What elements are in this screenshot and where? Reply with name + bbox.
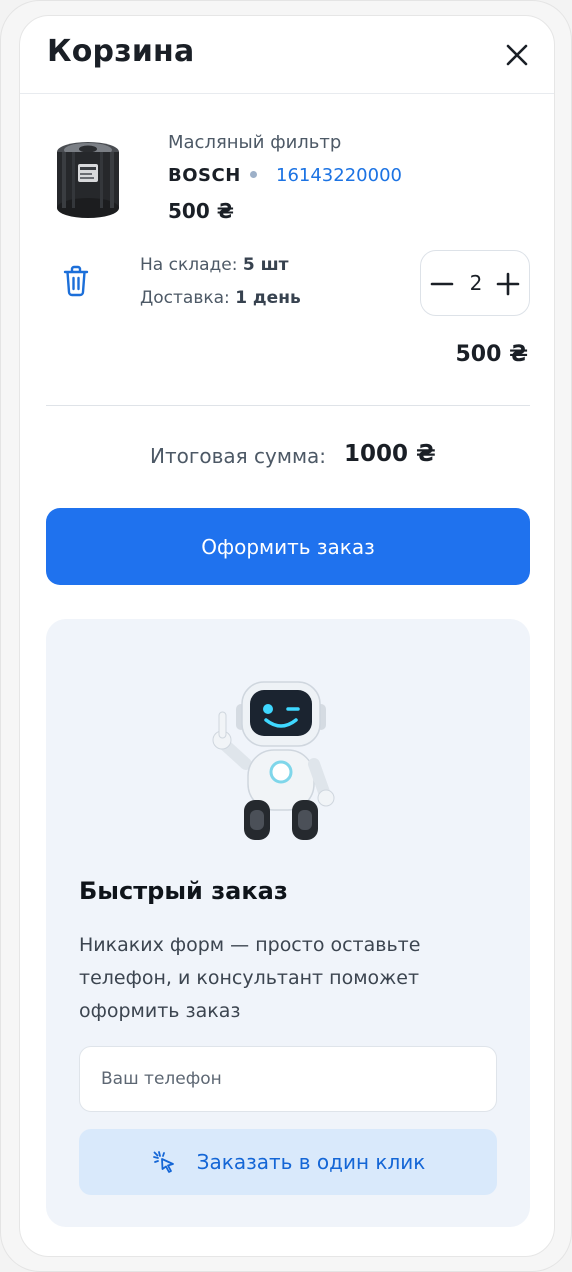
checkout-button[interactable]: Оформить заказ — [46, 508, 530, 585]
product-brand: BOSCH — [168, 165, 241, 186]
close-button[interactable] — [502, 40, 532, 70]
plus-icon — [496, 272, 520, 296]
page-title: Корзина — [47, 34, 195, 69]
product-price: 500 ₴ — [168, 199, 234, 223]
minus-icon — [430, 282, 454, 286]
product-image — [57, 142, 119, 218]
stock-value: 5 шт — [242, 255, 289, 275]
quick-order-description: Никаких форм — просто оставьте телефон, … — [79, 934, 421, 1022]
total-label: Итоговая сумма: — [150, 444, 327, 468]
line-total: 500 ₴ — [455, 342, 529, 367]
stock-info: На складе: 5 шт — [140, 255, 289, 275]
delivery-info: Доставка: 1 день — [140, 288, 301, 308]
quick-order-title: Быстрый заказ — [79, 877, 288, 905]
quick-order-section: Быстрый заказ Никаких форм — просто оста… — [46, 619, 530, 1227]
robot-mascot-image — [212, 681, 335, 840]
cart-header: Корзина — [20, 16, 554, 94]
decrease-quantity-button[interactable] — [429, 271, 455, 297]
pointer-click-icon — [152, 1151, 174, 1173]
delivery-value: 1 день — [235, 288, 301, 308]
quantity-value[interactable]: 2 — [461, 271, 491, 295]
delete-item-button[interactable] — [60, 264, 92, 298]
total-value: 1000 ₴ — [344, 441, 436, 467]
trash-icon — [63, 265, 89, 297]
one-click-order-button[interactable]: Заказать в один клик — [79, 1129, 497, 1195]
product-name: Масляный фильтр — [168, 132, 342, 153]
phone-frame: Корзина Масляный фильтр BOSCH 1614322000… — [0, 0, 572, 1272]
close-icon — [506, 44, 528, 66]
product-code-link[interactable]: 16143220000 — [276, 165, 402, 186]
stock-label: На складе: — [140, 255, 238, 275]
separator-dot — [250, 171, 257, 178]
phone-input[interactable] — [79, 1046, 497, 1112]
divider — [46, 405, 530, 406]
increase-quantity-button[interactable] — [495, 271, 521, 297]
quantity-stepper: 2 — [420, 250, 530, 316]
one-click-label: Заказать в один клик — [196, 1150, 426, 1174]
cart-panel: Корзина Масляный фильтр BOSCH 1614322000… — [19, 15, 555, 1257]
delivery-label: Доставка: — [140, 288, 230, 308]
